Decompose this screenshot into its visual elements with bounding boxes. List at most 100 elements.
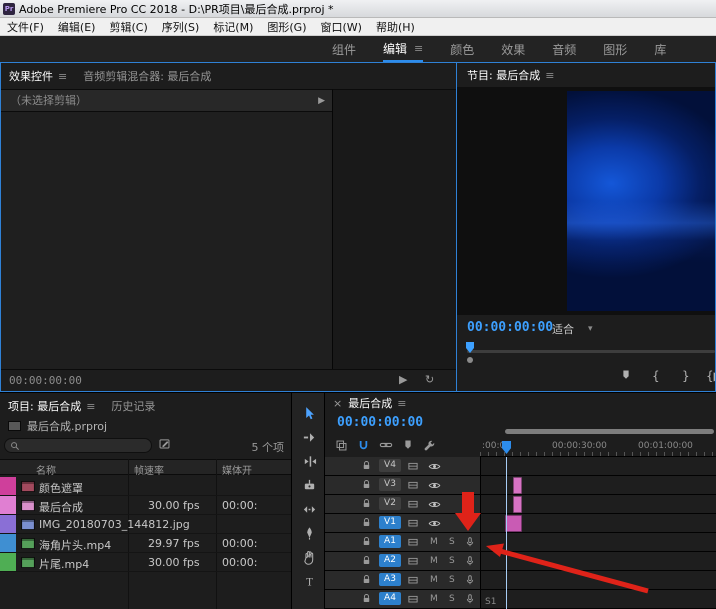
voiceover-mic-icon[interactable]	[464, 536, 476, 548]
lock-icon[interactable]	[361, 479, 372, 490]
type-tool-icon[interactable]: T	[301, 573, 317, 589]
workspace-tab-color[interactable]: 颜色	[450, 36, 474, 62]
zoom-level-select[interactable]: 适合 ▾	[552, 321, 593, 337]
tab-project[interactable]: 项目: 最后合成≡	[8, 398, 95, 414]
menu-item-1[interactable]: 文件(F)	[0, 19, 51, 35]
menu-item-3[interactable]: 剪辑(C)	[102, 19, 154, 35]
menu-item-2[interactable]: 编辑(E)	[51, 19, 103, 35]
timeline-clip[interactable]	[513, 477, 522, 494]
hand-tool-icon[interactable]	[301, 549, 317, 565]
label-color-chip[interactable]	[0, 534, 16, 552]
effect-controls-timecode[interactable]: 00:00:00:00	[9, 374, 82, 387]
timeline-timecode[interactable]: 00:00:00:00	[337, 415, 423, 430]
mute-button[interactable]: M	[430, 556, 438, 566]
track-target-v4[interactable]: V4	[379, 459, 401, 472]
lock-icon[interactable]	[361, 517, 372, 528]
solo-button[interactable]: S	[449, 575, 455, 585]
workspace-tab-libraries[interactable]: 库	[654, 36, 666, 62]
column-header-1[interactable]: 名称	[36, 462, 56, 477]
tab-audio-clip-mixer[interactable]: 音频剪辑混合器: 最后合成	[83, 68, 211, 84]
track-lane[interactable]	[480, 571, 716, 589]
track-lane[interactable]	[480, 590, 716, 608]
toggle-track-output-eye-icon[interactable]	[428, 517, 441, 530]
solo-button[interactable]: S	[449, 537, 455, 547]
play-in-out-icon[interactable]: {▶}	[706, 369, 715, 383]
menu-item-8[interactable]: 帮助(H)	[369, 19, 422, 35]
search-input[interactable]	[4, 438, 152, 453]
lock-icon[interactable]	[361, 555, 372, 566]
razor-tool-icon[interactable]	[301, 477, 317, 493]
nest-insert-icon[interactable]	[335, 439, 348, 452]
panel-menu-icon[interactable]: ≡	[58, 70, 67, 83]
project-row[interactable]: 颜色遮罩	[0, 477, 291, 496]
loop-icon[interactable]: ↻	[425, 373, 434, 386]
voiceover-mic-icon[interactable]	[464, 555, 476, 567]
slip-tool-icon[interactable]	[301, 501, 317, 517]
add-marker-icon[interactable]	[402, 439, 414, 451]
track-target-a1[interactable]: A1	[379, 535, 401, 548]
scrubber-zoom-handle[interactable]	[467, 357, 473, 363]
mark-out-icon[interactable]: }	[682, 369, 690, 383]
lock-icon[interactable]	[361, 574, 372, 585]
track-target-v1[interactable]: V1	[379, 516, 401, 529]
collapse-timeline-icon[interactable]: ▶	[318, 90, 325, 112]
panel-menu-icon[interactable]: ≡	[397, 397, 406, 410]
lock-icon[interactable]	[361, 460, 372, 471]
timeline-settings-wrench-icon[interactable]	[423, 439, 436, 452]
mute-button[interactable]: M	[430, 594, 438, 604]
add-marker-icon[interactable]	[620, 369, 632, 384]
column-header-2[interactable]: 帧速率	[134, 462, 164, 477]
lock-icon[interactable]	[361, 498, 372, 509]
menu-item-4[interactable]: 序列(S)	[155, 19, 207, 35]
mute-button[interactable]: M	[430, 537, 438, 547]
sync-lock-icon[interactable]	[407, 536, 419, 548]
label-color-chip[interactable]	[0, 477, 16, 495]
workspace-tab-editing[interactable]: 编辑≡	[383, 36, 423, 62]
playhead-line[interactable]	[506, 457, 507, 609]
project-row[interactable]: 最后合成30.00 fps00:00:	[0, 496, 291, 515]
menu-item-6[interactable]: 图形(G)	[260, 19, 313, 35]
column-header-3[interactable]: 媒体开	[222, 462, 252, 477]
mute-button[interactable]: M	[430, 575, 438, 585]
tab-effect-controls[interactable]: 效果控件≡	[9, 68, 67, 84]
workspace-tab-assembly[interactable]: 组件	[332, 36, 356, 62]
workspace-tab-effects[interactable]: 效果	[501, 36, 525, 62]
project-row[interactable]: IMG_20180703_144812.jpg	[0, 515, 291, 534]
solo-button[interactable]: S	[449, 556, 455, 566]
track-target-v3[interactable]: V3	[379, 478, 401, 491]
program-timecode[interactable]: 00:00:00:00	[467, 320, 553, 335]
track-target-a3[interactable]: A3	[379, 573, 401, 586]
track-lane[interactable]	[480, 552, 716, 570]
toggle-track-output-eye-icon[interactable]	[428, 479, 441, 492]
mark-in-icon[interactable]: {	[652, 369, 660, 383]
lock-icon[interactable]	[361, 593, 372, 604]
close-icon[interactable]: ×	[333, 397, 342, 410]
label-color-chip[interactable]	[0, 515, 16, 533]
timeline-clip[interactable]	[513, 496, 522, 513]
timeline-zoom-scrollbar[interactable]	[505, 429, 714, 434]
workspace-tab-graphics[interactable]: 图形	[603, 36, 627, 62]
track-target-a2[interactable]: A2	[379, 554, 401, 567]
linked-selection-icon[interactable]	[379, 438, 393, 452]
track-lane[interactable]	[480, 533, 716, 551]
title-bar[interactable]: Pr Adobe Premiere Pro CC 2018 - D:\PR项目\…	[0, 0, 716, 18]
sync-lock-icon[interactable]	[407, 460, 419, 472]
play-audio-icon[interactable]: ▶	[399, 373, 407, 386]
panel-menu-icon[interactable]: ≡	[414, 42, 423, 55]
sync-lock-icon[interactable]	[407, 574, 419, 586]
selection-tool-icon[interactable]	[301, 405, 317, 421]
time-ruler[interactable]: :00:0000:00:30:0000:01:00:00	[480, 439, 716, 457]
workspace-tab-audio[interactable]: 音频	[552, 36, 576, 62]
program-scrubber[interactable]	[467, 350, 715, 353]
snap-icon[interactable]	[357, 439, 370, 452]
timeline-clip[interactable]	[505, 515, 522, 532]
track-target-a4[interactable]: A4	[379, 592, 401, 605]
pen-tool-icon[interactable]	[301, 525, 317, 541]
track-target-v2[interactable]: V2	[379, 497, 401, 510]
ripple-edit-tool-icon[interactable]	[301, 453, 317, 469]
track-select-forward-tool-icon[interactable]	[301, 429, 317, 445]
project-writable-icon[interactable]	[158, 437, 171, 450]
panel-menu-icon[interactable]: ≡	[545, 69, 554, 82]
label-color-chip[interactable]	[0, 496, 16, 514]
tab-sequence[interactable]: 最后合成	[348, 395, 392, 411]
